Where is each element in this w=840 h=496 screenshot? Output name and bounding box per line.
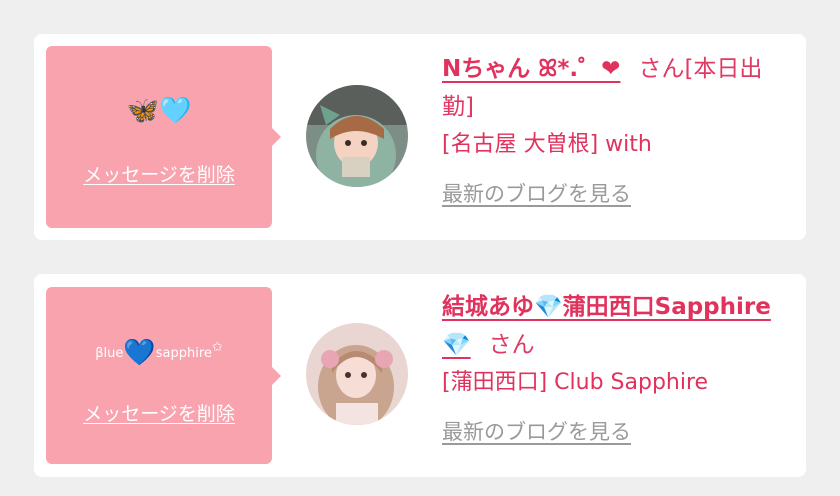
honorific: さん [638,56,685,82]
delete-message-link[interactable]: メッセージを削除 [46,399,272,426]
message-text-part: sapphire [155,346,212,361]
message-info: 結城あゆ💎蒲田西口Sapphire💎 さん [蒲田西口] Club Sapphir… [442,288,792,446]
message-text: βlue💙sapphire✩ [46,333,272,369]
message-text: 🦋🩵 [126,96,192,126]
message-bubble: 🦋🩵 メッセージを削除 [46,46,281,228]
avatar[interactable] [306,323,408,425]
shop-name: [名古屋 大曽根] with [442,132,652,157]
message-bubble: βlue💙sapphire✩ メッセージを削除 [46,287,281,464]
message-card: 🦋🩵 メッセージを削除 Nちゃん ꕤ*.゜❤ さん[本日出勤] [名古屋 大曽根]… [34,34,806,240]
message-text-part: βlue [95,346,124,361]
latest-blog-link[interactable]: 最新のブログを見る [442,416,631,446]
blue-heart-icon: 💙 [123,338,156,368]
delete-message-link[interactable]: メッセージを削除 [46,160,272,187]
avatar[interactable] [306,85,408,187]
message-info: Nちゃん ꕤ*.゜❤ さん[本日出勤] [名古屋 大曽根] with 最新のブログ… [442,50,792,208]
honorific: さん [488,332,535,358]
title-line: Nちゃん ꕤ*.゜❤ さん[本日出勤] [442,50,792,126]
title-line: 結城あゆ💎蒲田西口Sapphire💎 さん [442,288,792,364]
star-icon: ✩ [211,340,223,355]
shop-name: [蒲田西口] Club Sapphire [442,370,709,395]
latest-blog-link[interactable]: 最新のブログを見る [442,178,631,208]
message-card: βlue💙sapphire✩ メッセージを削除 結城あゆ💎蒲田西口Sapphir… [34,274,806,477]
girl-name-link[interactable]: Nちゃん ꕤ*.゜❤ [442,56,620,82]
